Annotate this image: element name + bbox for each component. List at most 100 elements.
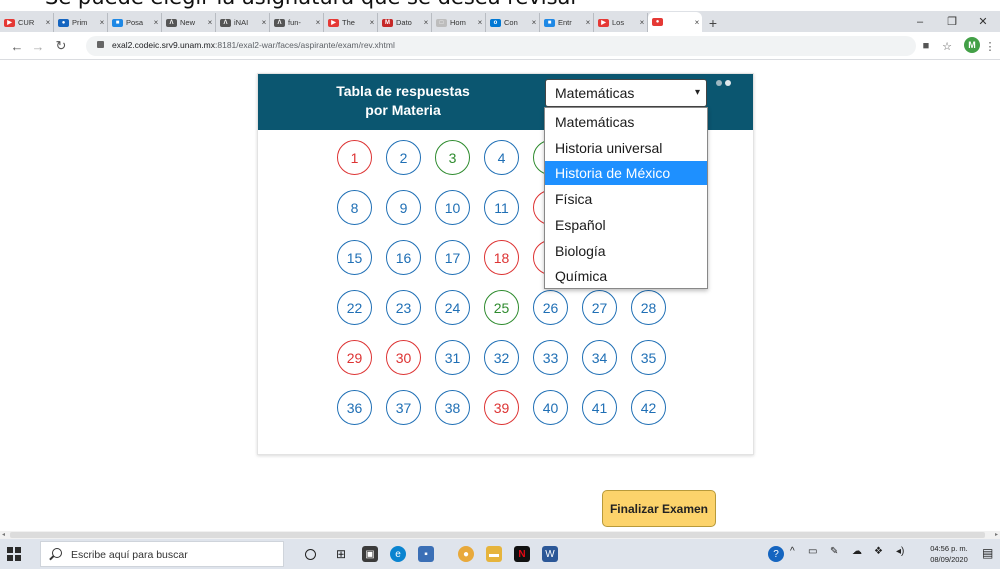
tab-close-icon[interactable]: × <box>205 18 215 27</box>
reload-icon[interactable]: ↻ <box>52 37 70 55</box>
pen-icon[interactable]: ✎ <box>830 546 838 557</box>
edge-icon[interactable]: e <box>390 546 406 562</box>
tab-close-icon[interactable]: × <box>692 18 702 27</box>
network-icon[interactable]: ☁ <box>852 546 862 557</box>
new-tab-button[interactable]: + <box>702 13 724 32</box>
windows-start-icon[interactable] <box>7 547 21 561</box>
question-circle[interactable]: 11 <box>484 190 519 225</box>
browser-tab[interactable]: ● × <box>648 12 702 32</box>
store-icon[interactable]: ▣ <box>362 546 378 562</box>
question-circle[interactable]: 29 <box>337 340 372 375</box>
question-circle[interactable]: 15 <box>337 240 372 275</box>
browser-tab[interactable]: □ Hom × <box>432 13 486 32</box>
tab-close-icon[interactable]: × <box>259 18 269 27</box>
tab-close-icon[interactable]: × <box>313 18 323 27</box>
app-icon[interactable]: ▪ <box>418 546 434 562</box>
browser-tab[interactable]: Λfun- × <box>270 13 324 32</box>
browser-tab[interactable]: M Dato × <box>378 13 432 32</box>
horizontal-scrollbar[interactable]: ◂ ▸ <box>0 531 1000 539</box>
question-circle[interactable]: 17 <box>435 240 470 275</box>
question-circle[interactable]: 37 <box>386 390 421 425</box>
question-circle[interactable]: 25 <box>484 290 519 325</box>
tab-close-icon[interactable]: × <box>475 18 485 27</box>
notifications-icon[interactable]: ▤ <box>982 546 993 560</box>
browser-tab[interactable]: ▶ CUR × <box>0 13 54 32</box>
file-explorer-icon[interactable]: ▬ <box>486 546 502 562</box>
tab-close-icon[interactable]: × <box>529 18 539 27</box>
close-window-button[interactable]: ✕ <box>966 11 1000 32</box>
question-circle[interactable]: 24 <box>435 290 470 325</box>
question-circle[interactable]: 26 <box>533 290 568 325</box>
question-circle[interactable]: 42 <box>631 390 666 425</box>
browser-tab[interactable]: ▶ The × <box>324 13 378 32</box>
question-circle[interactable]: 3 <box>435 140 470 175</box>
taskbar-clock[interactable]: 04:56 p. m. 08/09/2020 <box>924 543 974 565</box>
netflix-icon[interactable]: N <box>514 546 530 562</box>
question-circle[interactable]: 1 <box>337 140 372 175</box>
browser-tab[interactable]: ■ Posa × <box>108 13 162 32</box>
question-circle[interactable]: 16 <box>386 240 421 275</box>
maximize-button[interactable]: ❐ <box>935 11 969 32</box>
dropbox-icon[interactable]: ❖ <box>874 546 883 557</box>
question-circle[interactable]: 28 <box>631 290 666 325</box>
browser-tab[interactable]: ■ Entr × <box>540 13 594 32</box>
scroll-left-icon[interactable]: ◂ <box>2 531 5 538</box>
question-circle[interactable]: 23 <box>386 290 421 325</box>
question-circle[interactable]: 40 <box>533 390 568 425</box>
browser-tab[interactable]: ΛiNAI × <box>216 13 270 32</box>
profile-avatar[interactable]: M <box>964 37 980 53</box>
help-icon[interactable]: ? <box>768 546 784 562</box>
tray-chevron-icon[interactable]: ^ <box>790 546 795 557</box>
cortana-icon[interactable] <box>305 549 316 560</box>
question-circle[interactable]: 31 <box>435 340 470 375</box>
scrollbar-thumb[interactable] <box>10 532 985 538</box>
browser-tab[interactable]: o Con × <box>486 13 540 32</box>
subject-option[interactable]: Biología <box>545 239 707 263</box>
forward-arrow-icon[interactable]: → <box>29 37 47 55</box>
word-icon[interactable]: W <box>542 546 558 562</box>
tab-close-icon[interactable]: × <box>43 18 53 27</box>
subject-option[interactable]: Matemáticas <box>545 110 707 134</box>
subject-option[interactable]: Historia de México <box>545 161 707 186</box>
browser-tab[interactable]: ▶ Los × <box>594 13 648 32</box>
bookmark-star-icon[interactable]: ☆ <box>939 37 955 55</box>
taskbar-search-box[interactable]: Escribe aquí para buscar <box>40 541 284 567</box>
browser-tab[interactable]: Λ New × <box>162 13 216 32</box>
scroll-right-icon[interactable]: ▸ <box>995 531 998 538</box>
finish-exam-button[interactable]: Finalizar Examen <box>602 490 716 527</box>
question-circle[interactable]: 32 <box>484 340 519 375</box>
question-circle[interactable]: 27 <box>582 290 617 325</box>
question-circle[interactable]: 22 <box>337 290 372 325</box>
question-circle[interactable]: 33 <box>533 340 568 375</box>
tab-close-icon[interactable]: × <box>97 18 107 27</box>
subject-option[interactable]: Español <box>545 213 707 237</box>
question-circle[interactable]: 9 <box>386 190 421 225</box>
browser-tab[interactable]: ● Prim × <box>54 13 108 32</box>
camera-icon[interactable]: ■ <box>918 37 934 55</box>
question-circle[interactable]: 4 <box>484 140 519 175</box>
question-circle[interactable]: 10 <box>435 190 470 225</box>
tab-close-icon[interactable]: × <box>421 18 431 27</box>
subject-option[interactable]: Historia universal <box>545 136 707 160</box>
question-circle[interactable]: 34 <box>582 340 617 375</box>
chrome-icon[interactable]: ● <box>458 546 474 562</box>
task-view-icon[interactable]: ⊞ <box>333 546 349 562</box>
question-circle[interactable]: 18 <box>484 240 519 275</box>
tab-close-icon[interactable]: × <box>367 18 377 27</box>
volume-icon[interactable]: ◂) <box>896 546 904 557</box>
menu-dots-icon[interactable]: ⋮ <box>984 37 996 55</box>
address-bar[interactable]: exal2.codeic.srv9.unam.mx:8181/exal2-war… <box>86 36 916 56</box>
question-circle[interactable]: 36 <box>337 390 372 425</box>
subject-option[interactable]: Química <box>545 264 707 288</box>
minimize-button[interactable]: – <box>903 11 937 32</box>
question-circle[interactable]: 8 <box>337 190 372 225</box>
question-circle[interactable]: 2 <box>386 140 421 175</box>
tab-close-icon[interactable]: × <box>583 18 593 27</box>
question-circle[interactable]: 30 <box>386 340 421 375</box>
subject-select[interactable]: Matemáticas ▾ <box>545 79 707 107</box>
question-circle[interactable]: 38 <box>435 390 470 425</box>
subject-option[interactable]: Física <box>545 187 707 211</box>
back-arrow-icon[interactable]: ← <box>8 37 26 55</box>
tab-close-icon[interactable]: × <box>637 18 647 27</box>
question-circle[interactable]: 35 <box>631 340 666 375</box>
